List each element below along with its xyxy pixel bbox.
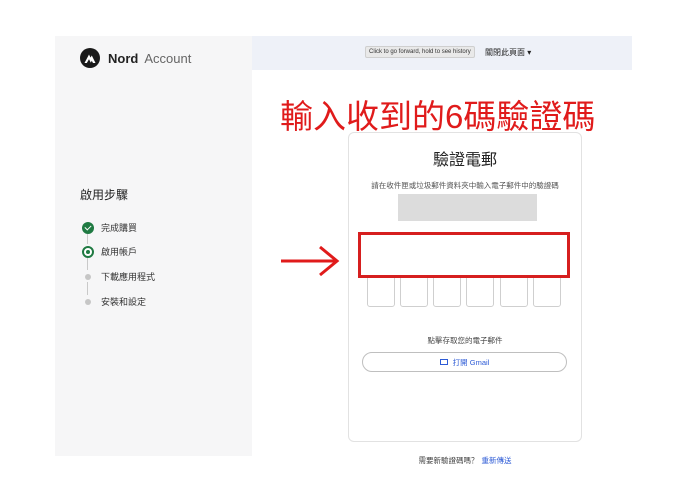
- mail-icon: [439, 359, 448, 365]
- nord-mountain-icon: [80, 48, 100, 68]
- code-digit-input-5[interactable]: [500, 275, 528, 307]
- browser-tooltip: Click to go forward, hold to see history: [365, 46, 475, 58]
- resend-link[interactable]: 重新傳送: [482, 456, 512, 465]
- instruction-annotation: 輸入收到的6碼驗證碼: [280, 98, 596, 135]
- brand-name: Nord: [108, 50, 139, 66]
- pending-step-icon: [85, 298, 91, 305]
- resend-prompt: 需要新驗證碼嗎？: [418, 456, 479, 465]
- step-label: 啟用帳戶: [101, 247, 138, 257]
- current-step-icon: [82, 245, 94, 258]
- right-arrow-icon: [281, 245, 340, 277]
- redacted-email: [398, 194, 537, 221]
- card-description: 請在收件匣或垃圾郵件資料夾中輸入電子郵件中的驗證碼: [371, 181, 559, 190]
- sidebar: Nord Account 啟用步驟 完成購買 啟用帳戶 下載應用程式 安裝和設定: [55, 36, 252, 456]
- step-label: 完成購買: [101, 223, 138, 233]
- step-item-purchase: 完成購買: [82, 221, 137, 234]
- verification-card: 驗證電郵 請在收件匣或垃圾郵件資料夾中輸入電子郵件中的驗證碼 點擊存取您的電子郵…: [348, 132, 582, 465]
- step-label: 安裝和設定: [101, 297, 147, 307]
- step-label: 下載應用程式: [101, 272, 156, 282]
- step-connector: [87, 282, 88, 295]
- resend-note: 需要新驗證碼嗎？ 重新傳送: [349, 455, 581, 466]
- step-item-install: 安裝和設定: [82, 295, 146, 308]
- code-digit-input-2[interactable]: [400, 275, 428, 307]
- code-digit-input-4[interactable]: [466, 275, 494, 307]
- access-email-text: 點擊存取您的電子郵件: [427, 336, 503, 345]
- step-connector: [87, 258, 88, 270]
- step-connector: [87, 234, 88, 244]
- checkmark-icon: [82, 221, 94, 234]
- code-digit-input-3[interactable]: [433, 275, 461, 307]
- steps-title: 啟用步驟: [80, 188, 129, 202]
- step-item-download: 下載應用程式: [82, 270, 155, 283]
- nord-logo[interactable]: Nord Account: [80, 48, 191, 68]
- code-input-highlight: [358, 232, 570, 278]
- product-name: Account: [144, 50, 192, 66]
- code-digit-input-6[interactable]: [533, 275, 561, 307]
- open-gmail-label: 打開 Gmail: [452, 357, 490, 367]
- close-page-link[interactable]: 關閉此頁面 ▾: [485, 47, 531, 58]
- step-item-activate: 啟用帳戶: [82, 245, 137, 258]
- pending-step-icon: [85, 273, 91, 280]
- open-gmail-button[interactable]: 打開 Gmail: [362, 352, 567, 372]
- card-title: 驗證電郵: [432, 152, 497, 169]
- code-digit-input-1[interactable]: [367, 275, 395, 307]
